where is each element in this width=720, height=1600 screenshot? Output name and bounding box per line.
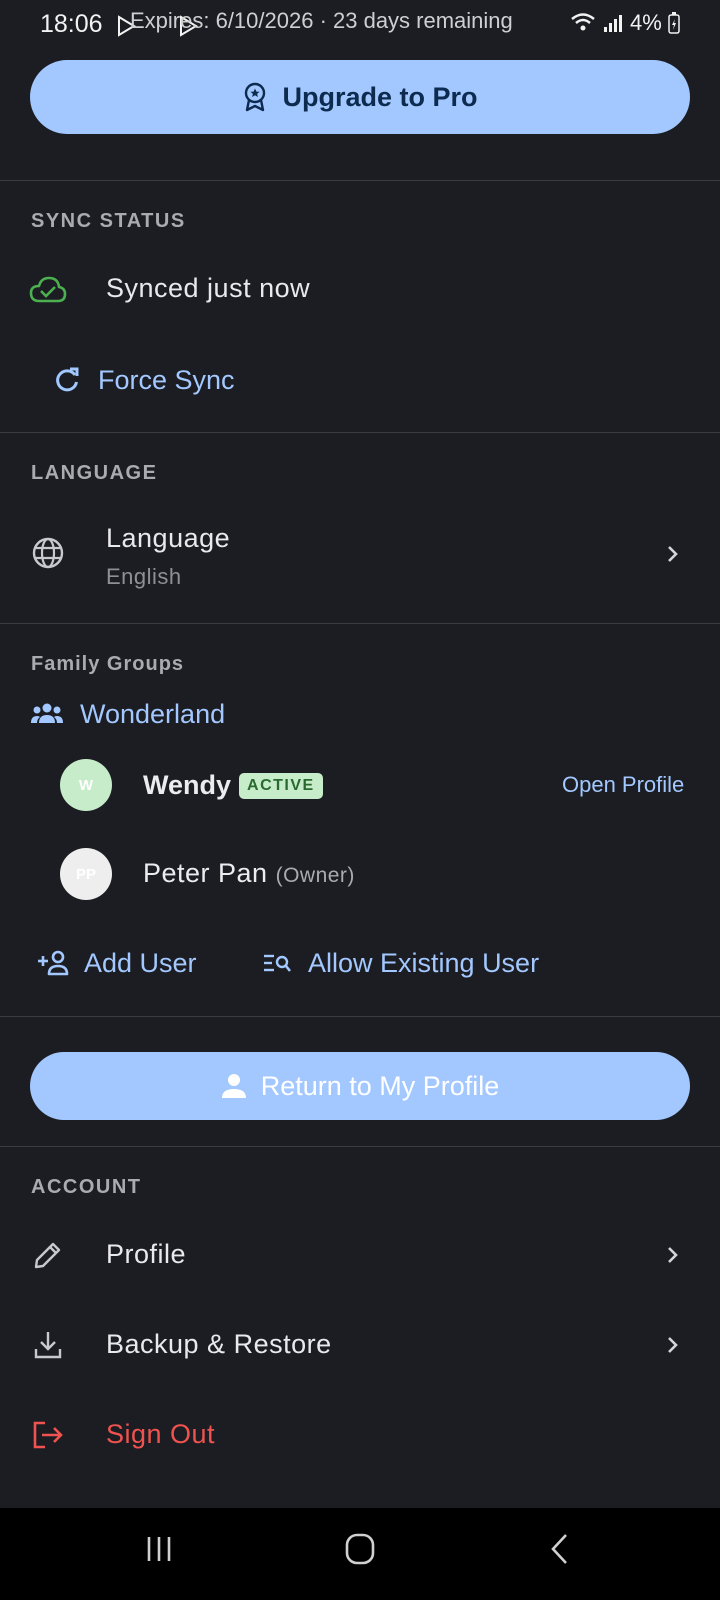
add-user-label: Add User: [84, 947, 197, 978]
sign-out-row[interactable]: Sign Out: [0, 1400, 720, 1470]
family-group-header[interactable]: Wonderland: [30, 696, 225, 732]
family-section-title: Family Groups: [31, 653, 185, 675]
backup-restore-label: Backup & Restore: [106, 1329, 332, 1359]
sync-status-text: Synced just now: [106, 273, 311, 303]
divider: [0, 1146, 720, 1147]
signal-icon: [604, 15, 622, 32]
logout-icon: [29, 1416, 67, 1454]
divider: [0, 623, 720, 624]
member-row: W Wendy ACTIVE Open Profile: [0, 750, 720, 820]
download-icon: [29, 1326, 67, 1364]
globe-icon: [29, 534, 67, 572]
sync-section-title: SYNC STATUS: [31, 210, 186, 232]
chevron-right-icon: [660, 1333, 684, 1357]
cloud-check-icon: [29, 271, 67, 309]
status-icons: 4%: [570, 10, 680, 36]
recent-apps-button[interactable]: [144, 1534, 174, 1569]
member-row: PP Peter Pan (Owner): [0, 840, 720, 910]
family-group-name: Wonderland: [80, 698, 226, 729]
divider: [0, 432, 720, 433]
sign-out-label: Sign Out: [106, 1419, 216, 1449]
profile-row[interactable]: Profile: [0, 1220, 720, 1290]
avatar: W: [60, 759, 112, 811]
allow-existing-user-button[interactable]: Allow Existing User: [262, 935, 539, 991]
upgrade-pro-button[interactable]: Upgrade to Pro: [30, 60, 690, 134]
return-to-profile-label: Return to My Profile: [260, 1070, 500, 1101]
status-time: 18:06: [40, 10, 103, 38]
award-icon: [245, 82, 266, 112]
language-row[interactable]: Language English: [0, 508, 720, 598]
expiry-text: Expires: 6/10/2026 · 23 days remaining: [130, 8, 513, 33]
back-button[interactable]: [548, 1532, 572, 1571]
person-icon: [221, 1074, 246, 1098]
chevron-right-icon: [660, 542, 684, 566]
group-icon: [31, 703, 63, 723]
divider: [0, 1016, 720, 1017]
chevron-right-icon: [660, 1243, 684, 1267]
home-button[interactable]: [344, 1532, 376, 1571]
member-name: Wendy: [143, 770, 232, 800]
refresh-icon: [56, 367, 79, 392]
upgrade-pro-label: Upgrade to Pro: [282, 81, 478, 112]
force-sync-button[interactable]: Force Sync: [52, 352, 235, 408]
battery-percent: 4%: [630, 10, 662, 35]
backup-restore-row[interactable]: Backup & Restore: [0, 1310, 720, 1380]
allow-existing-user-label: Allow Existing User: [308, 947, 540, 978]
add-user-button[interactable]: Add User: [36, 935, 197, 991]
return-to-profile-button[interactable]: Return to My Profile: [30, 1052, 690, 1120]
divider: [0, 180, 720, 181]
open-profile-link[interactable]: Open Profile: [562, 772, 684, 798]
person-add-icon: [38, 950, 69, 976]
language-section-title: LANGUAGE: [31, 462, 158, 484]
battery-icon: [668, 12, 680, 34]
language-value: English: [106, 564, 182, 589]
profile-label: Profile: [106, 1239, 187, 1269]
pencil-icon: [29, 1236, 67, 1274]
force-sync-label: Force Sync: [98, 364, 235, 395]
account-section-title: ACCOUNT: [31, 1176, 142, 1198]
wifi-icon: [571, 13, 595, 31]
member-role: (Owner): [275, 864, 355, 887]
person-search-icon: [264, 954, 292, 972]
member-name: Peter Pan: [143, 858, 268, 888]
avatar: PP: [60, 848, 112, 900]
status-bar: 18:06 Expires: 6/10/2026 · 23 days remai…: [0, 0, 720, 54]
system-navigation-bar: [0, 1508, 720, 1600]
language-label: Language: [106, 523, 231, 553]
status-badge: ACTIVE: [239, 772, 323, 799]
